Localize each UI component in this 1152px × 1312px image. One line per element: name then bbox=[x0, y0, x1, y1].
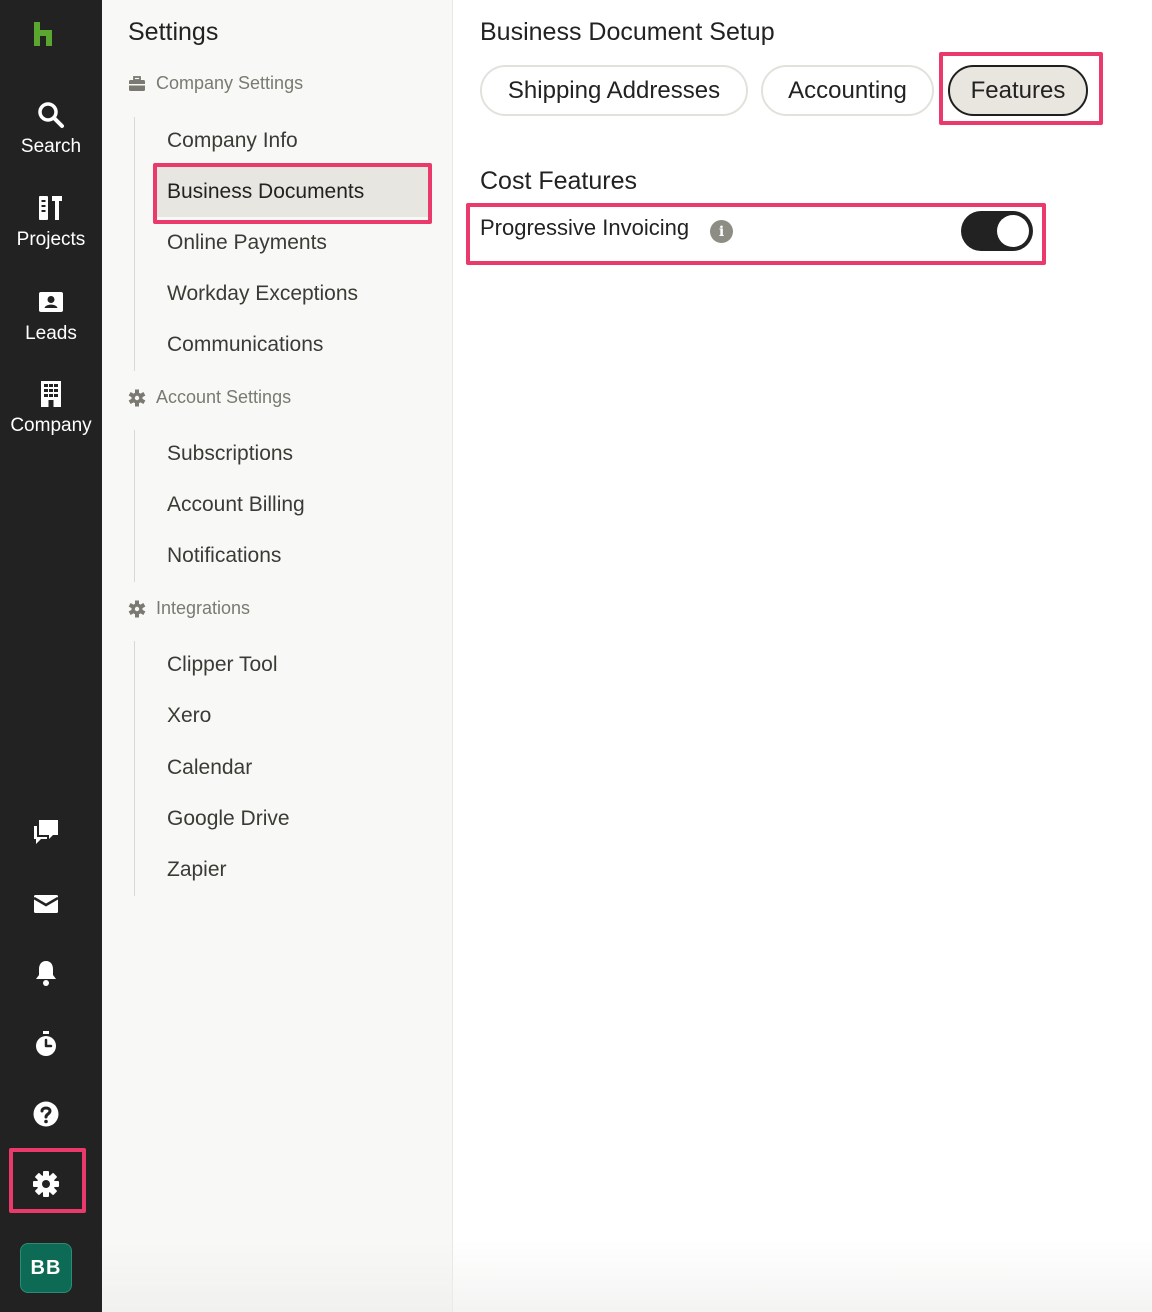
mail-button[interactable] bbox=[0, 889, 92, 919]
timer-button[interactable] bbox=[0, 1029, 92, 1059]
settings-button[interactable] bbox=[0, 1169, 92, 1199]
tab-shipping-addresses[interactable]: Shipping Addresses bbox=[480, 65, 748, 116]
rail-search-label: Search bbox=[20, 136, 82, 157]
group-divider bbox=[134, 430, 135, 582]
group-integrations-label: Integrations bbox=[156, 598, 251, 618]
houzz-logo[interactable] bbox=[31, 20, 59, 48]
toggle-knob bbox=[997, 215, 1029, 247]
main-content: Business Document Setup Shipping Address… bbox=[454, 0, 1152, 1312]
group-integrations: Integrations bbox=[128, 598, 250, 619]
nav-google-drive[interactable]: Google Drive bbox=[153, 794, 430, 844]
tab-accounting[interactable]: Accounting bbox=[761, 65, 934, 116]
rail-search[interactable]: Search bbox=[0, 100, 102, 158]
projects-icon bbox=[39, 196, 62, 220]
chat-icon bbox=[34, 820, 58, 844]
bell-icon bbox=[36, 961, 56, 986]
settings-sidebar: Settings Company Settings Company Info B… bbox=[102, 0, 453, 1312]
notifications-button[interactable] bbox=[0, 958, 92, 988]
gear-icon bbox=[33, 1171, 59, 1197]
nav-zapier[interactable]: Zapier bbox=[153, 845, 430, 895]
group-divider bbox=[134, 641, 135, 896]
tab-features[interactable]: Features bbox=[948, 65, 1088, 116]
progressive-invoicing-toggle[interactable] bbox=[961, 211, 1033, 251]
briefcase-icon bbox=[129, 75, 145, 91]
nav-clipper-tool[interactable]: Clipper Tool bbox=[153, 640, 430, 690]
nav-communications[interactable]: Communications bbox=[153, 320, 430, 370]
gear-icon bbox=[128, 600, 146, 617]
nav-calendar[interactable]: Calendar bbox=[153, 743, 430, 793]
nav-online-payments[interactable]: Online Payments bbox=[153, 218, 430, 268]
rail-company-label: Company bbox=[10, 415, 92, 436]
group-account-settings-label: Account Settings bbox=[156, 387, 292, 407]
group-company-settings-label: Company Settings bbox=[156, 73, 304, 93]
nav-business-documents[interactable]: Business Documents bbox=[153, 167, 430, 217]
leads-icon bbox=[39, 292, 63, 312]
avatar[interactable]: BB bbox=[20, 1243, 72, 1293]
rail-projects[interactable]: Projects bbox=[0, 193, 102, 251]
nav-account-billing[interactable]: Account Billing bbox=[153, 480, 430, 530]
progressive-invoicing-label: Progressive Invoicing bbox=[480, 215, 690, 240]
left-rail: Search Projects Leads Company BB bbox=[0, 0, 102, 1312]
section-title: Cost Features bbox=[480, 167, 638, 195]
rail-projects-label: Projects bbox=[16, 229, 86, 250]
nav-xero[interactable]: Xero bbox=[153, 691, 430, 741]
group-divider bbox=[134, 117, 135, 371]
nav-workday-exceptions[interactable]: Workday Exceptions bbox=[153, 269, 430, 319]
page-title: Business Document Setup bbox=[480, 18, 775, 46]
help-button[interactable] bbox=[0, 1099, 92, 1129]
rail-leads-label: Leads bbox=[25, 323, 77, 344]
group-account-settings: Account Settings bbox=[128, 387, 291, 408]
nav-subscriptions[interactable]: Subscriptions bbox=[153, 429, 430, 479]
rail-leads[interactable]: Leads bbox=[0, 287, 102, 345]
chat-button[interactable] bbox=[0, 817, 92, 847]
group-company-settings: Company Settings bbox=[128, 73, 303, 94]
settings-title: Settings bbox=[128, 18, 219, 46]
gear-icon bbox=[128, 389, 146, 406]
rail-company[interactable]: Company bbox=[0, 379, 102, 437]
company-icon bbox=[41, 381, 61, 407]
help-icon bbox=[33, 1101, 59, 1127]
nav-company-info[interactable]: Company Info bbox=[153, 116, 430, 166]
mail-icon bbox=[33, 895, 59, 913]
nav-notifications[interactable]: Notifications bbox=[153, 531, 430, 581]
timer-icon bbox=[36, 1031, 56, 1056]
search-icon bbox=[38, 102, 64, 128]
info-icon[interactable]: i bbox=[710, 220, 733, 243]
